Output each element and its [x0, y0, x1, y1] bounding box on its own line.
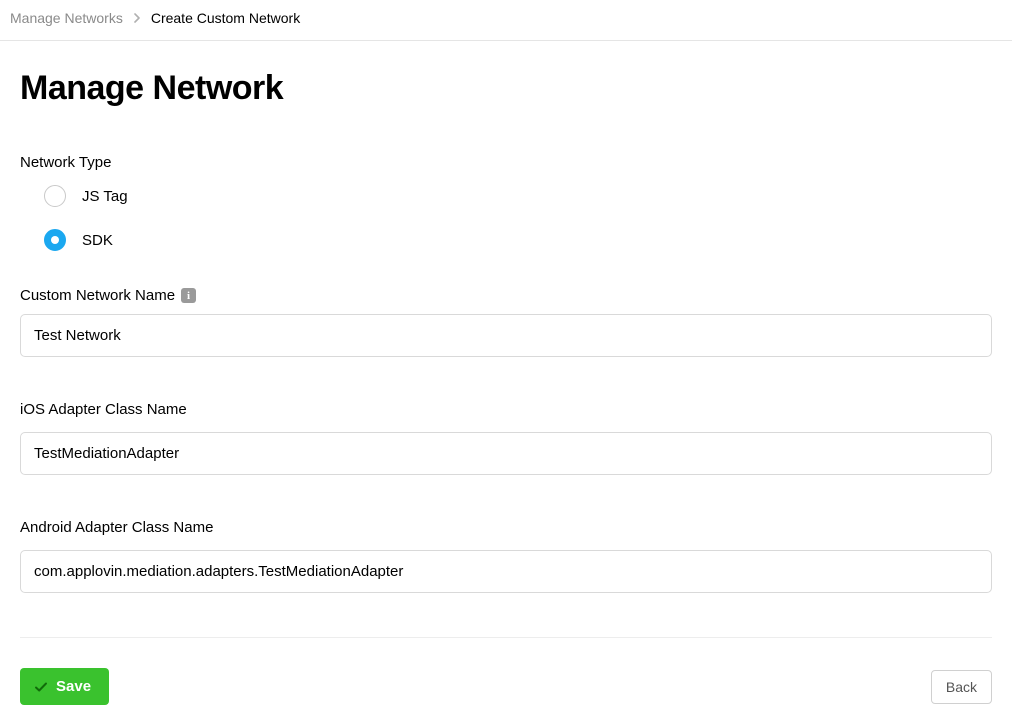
- radio-option-js-tag[interactable]: JS Tag: [44, 185, 992, 207]
- radio-label: SDK: [82, 232, 113, 249]
- label-text: Custom Network Name: [20, 287, 175, 304]
- ios-adapter-input[interactable]: [20, 432, 992, 475]
- radio-option-sdk[interactable]: SDK: [44, 229, 992, 251]
- radio-label: JS Tag: [82, 188, 128, 205]
- back-button[interactable]: Back: [931, 670, 992, 704]
- network-type-radio-group: JS Tag SDK: [44, 185, 992, 251]
- custom-network-name-input[interactable]: [20, 314, 992, 357]
- android-adapter-input[interactable]: [20, 550, 992, 593]
- radio-icon: [44, 185, 66, 207]
- breadcrumb: Manage Networks Create Custom Network: [0, 0, 1012, 41]
- save-button[interactable]: Save: [20, 668, 109, 705]
- check-icon: [34, 680, 48, 694]
- save-button-label: Save: [56, 678, 91, 695]
- page-title: Manage Network: [20, 69, 992, 108]
- breadcrumb-parent-link[interactable]: Manage Networks: [10, 10, 123, 26]
- info-icon[interactable]: i: [181, 288, 196, 303]
- footer-actions: Save Back: [20, 668, 992, 705]
- breadcrumb-current: Create Custom Network: [151, 10, 300, 26]
- custom-network-name-label: Custom Network Name i: [20, 287, 992, 304]
- ios-adapter-label: iOS Adapter Class Name: [20, 401, 992, 418]
- network-type-label: Network Type: [20, 154, 992, 171]
- chevron-right-icon: [133, 11, 141, 26]
- android-adapter-label: Android Adapter Class Name: [20, 519, 992, 536]
- divider: [20, 637, 992, 638]
- radio-icon: [44, 229, 66, 251]
